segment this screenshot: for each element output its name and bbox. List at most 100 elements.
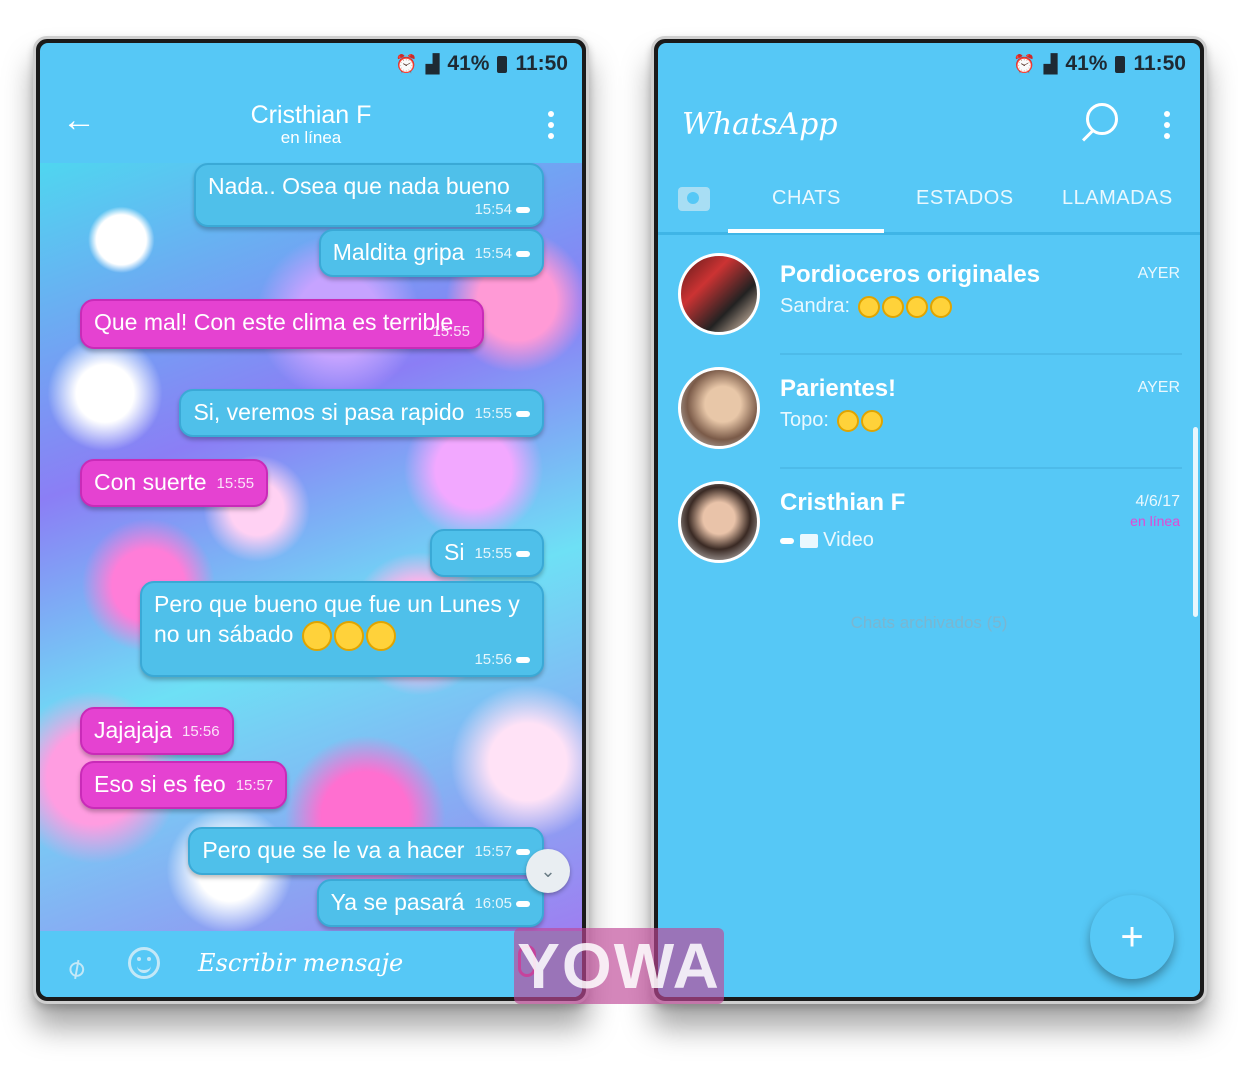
message-input[interactable]: Escribir mensaje <box>198 949 403 977</box>
message-time: 15:56 <box>474 650 512 668</box>
message-text: Maldita gripa <box>332 239 465 265</box>
phone-chat: ⏰ ▟ 41% 11:50 ← Cristhian F en línea Nad… <box>33 36 589 1004</box>
thinking-emoji-icon <box>301 620 332 651</box>
message-text: Jajajaja <box>94 717 172 743</box>
chat-header: ← Cristhian F en línea <box>40 85 582 163</box>
plus-icon: + <box>1120 914 1144 959</box>
message-text: Si, veremos si pasa rapido <box>193 399 465 425</box>
chat-list-item[interactable]: Parientes! Topo: AYER <box>658 355 1200 469</box>
contact-status: en línea <box>280 127 342 147</box>
chat-preview: Topo: <box>780 409 883 432</box>
message-time: 15:55 <box>432 323 470 340</box>
active-tab-indicator <box>728 229 884 233</box>
tears-of-joy-emoji-icon <box>860 409 883 432</box>
signal-icon: ▟ <box>1043 53 1058 74</box>
tears-of-joy-emoji-icon <box>836 409 859 432</box>
chat-time: AYER <box>1137 265 1180 282</box>
app-bar: WhatsApp <box>658 85 1200 169</box>
message-time: 15:54 <box>474 244 512 262</box>
message-text: Con suerte <box>94 469 207 495</box>
tab-estados[interactable]: ESTADOS <box>916 187 1014 210</box>
emoji-icon[interactable] <box>128 947 160 979</box>
message-composer: ⌀ Escribir mensaje <box>40 931 582 997</box>
tab-llamadas[interactable]: LLAMADAS <box>1062 187 1173 210</box>
chat-preview: Sandra: <box>780 295 952 318</box>
message-text: Que mal! Con este clima es terrible <box>94 309 454 335</box>
camera-icon[interactable] <box>678 187 710 211</box>
rofl-emoji-icon <box>929 295 952 318</box>
message-bubble[interactable]: Con suerte 15:55 <box>80 459 269 507</box>
message-time: 15:56 <box>182 722 220 740</box>
message-bubble[interactable]: Nada.. Osea que nada bueno 15:54 <box>194 163 544 227</box>
delivered-icon <box>516 410 530 417</box>
message-time: 15:57 <box>474 842 512 860</box>
double-chevron-down-icon: ⌄ <box>540 860 556 881</box>
message-bubble[interactable]: Eso si es feo 15:57 <box>80 761 288 809</box>
clock: 11:50 <box>515 52 568 75</box>
app-title: WhatsApp <box>682 107 838 142</box>
message-time: 15:55 <box>474 404 512 422</box>
chat-preview: Video <box>780 529 874 552</box>
rofl-emoji-icon <box>857 295 880 318</box>
tab-bar: CHATS ESTADOS LLAMADAS <box>658 169 1200 235</box>
message-bubble[interactable]: Jajajaja 15:56 <box>80 707 234 755</box>
alarm-icon: ⏰ <box>1013 53 1036 74</box>
chat-name: Parientes! <box>780 375 897 402</box>
message-text: Ya se pasará <box>330 889 465 915</box>
archived-chats-link[interactable]: Chats archivados (5) <box>658 613 1200 633</box>
laughing-emoji-icon <box>333 620 364 651</box>
rofl-emoji-icon <box>881 295 904 318</box>
message-bubble[interactable]: Maldita gripa 15:54 <box>318 229 544 277</box>
more-options-icon[interactable] <box>548 111 554 139</box>
message-bubble[interactable]: Ya se pasará 16:05 <box>316 879 544 927</box>
rofl-emoji-icon <box>905 295 928 318</box>
signal-icon: ▟ <box>425 53 440 74</box>
chat-name: Cristhian F <box>780 489 906 516</box>
chat-name: Pordioceros originales <box>780 261 1041 288</box>
battery-level: 41% <box>447 52 490 75</box>
message-bubble[interactable]: Pero que se le va a hacer 15:57 <box>188 827 544 875</box>
message-bubble[interactable]: Que mal! Con este clima es terrible 15:5… <box>80 299 484 349</box>
tab-chats[interactable]: CHATS <box>772 187 841 210</box>
more-options-icon[interactable] <box>1164 111 1170 139</box>
avatar <box>678 367 760 449</box>
tears-of-joy-emoji-icon <box>365 620 396 651</box>
avatar <box>678 253 760 335</box>
scroll-to-bottom-button[interactable]: ⌄ <box>526 849 570 893</box>
video-camera-icon <box>799 533 818 548</box>
message-text: Eso si es feo <box>94 771 226 797</box>
status-bar: ⏰ ▟ 41% 11:50 <box>658 43 1200 85</box>
scrollbar[interactable] <box>1193 427 1198 617</box>
clock: 11:50 <box>1133 52 1186 75</box>
chat-list-item[interactable]: Cristhian F Video 4/6/17 en línea <box>658 469 1200 583</box>
paperclip-icon[interactable]: ⌀ <box>59 941 103 986</box>
alarm-icon: ⏰ <box>395 53 418 74</box>
delivered-icon <box>516 207 530 214</box>
chat-time: 4/6/17 <box>1135 493 1180 510</box>
delivered-icon <box>516 900 530 907</box>
phone-chat-list: ⏰ ▟ 41% 11:50 WhatsApp CHATS ESTADOS LLA… <box>651 36 1207 1004</box>
delivered-icon <box>516 848 530 855</box>
battery-icon <box>1115 55 1126 73</box>
contact-info[interactable]: Cristhian F en línea <box>251 101 372 148</box>
message-bubble[interactable]: Si 15:55 <box>430 529 544 577</box>
message-bubble[interactable]: Pero que bueno que fue un Lunes y no un … <box>140 581 544 677</box>
back-arrow-icon[interactable]: ← <box>62 103 96 137</box>
online-status: en línea <box>1130 513 1180 529</box>
delivered-icon <box>516 250 530 257</box>
chat-wallpaper: Nada.. Osea que nada bueno 15:54 Maldita… <box>40 163 582 931</box>
message-time: 15:55 <box>216 474 255 492</box>
chat-list-item[interactable]: Pordioceros originales Sandra: AYER <box>658 241 1200 355</box>
message-time: 15:54 <box>474 201 512 218</box>
battery-icon <box>497 55 508 73</box>
message-time: 16:05 <box>474 894 512 912</box>
message-bubble[interactable]: Si, veremos si pasa rapido 15:55 <box>179 389 544 437</box>
contact-name: Cristhian F <box>250 100 372 129</box>
message-time: 15:57 <box>235 776 274 794</box>
delivered-icon <box>780 537 794 544</box>
new-chat-button[interactable]: + <box>1090 895 1174 979</box>
message-text: Pero que se le va a hacer <box>202 837 465 863</box>
message-time: 15:55 <box>474 544 512 562</box>
battery-level: 41% <box>1065 52 1108 75</box>
search-icon[interactable] <box>1086 103 1118 135</box>
